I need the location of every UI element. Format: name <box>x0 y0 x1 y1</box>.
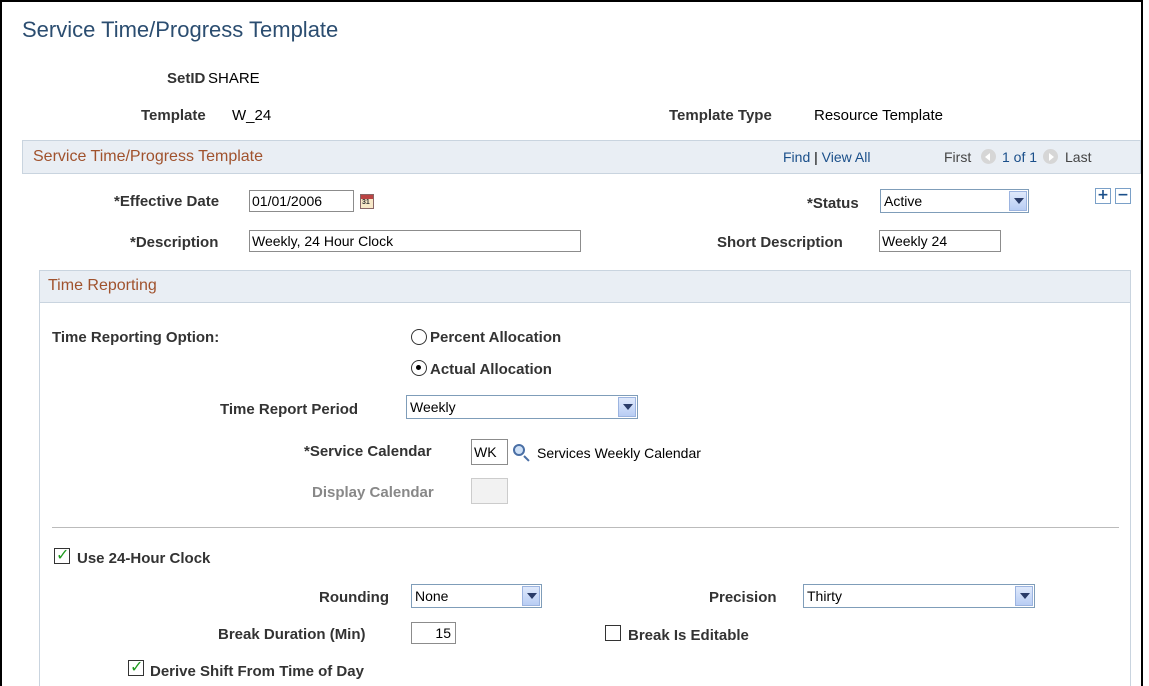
next-icon[interactable] <box>1043 149 1058 164</box>
previous-icon[interactable] <box>981 149 996 164</box>
precision-value: Thirty <box>807 588 842 604</box>
use-24-hour-label[interactable]: Use 24-Hour Clock <box>77 550 210 567</box>
description-label: *Description <box>130 234 219 251</box>
first-link[interactable]: First <box>944 149 971 165</box>
dropdown-arrow-icon <box>618 397 636 417</box>
dropdown-arrow-icon <box>522 586 540 606</box>
template-label: Template <box>141 107 206 124</box>
display-calendar-label: Display Calendar <box>312 484 434 501</box>
time-reporting-body <box>39 302 1131 686</box>
time-report-period-value: Weekly <box>410 399 456 415</box>
nav-separator: | <box>814 149 818 165</box>
dropdown-arrow-icon <box>1009 191 1027 211</box>
rounding-select[interactable]: None <box>411 584 542 608</box>
status-select-value: Active <box>884 193 923 209</box>
divider <box>52 527 1119 528</box>
time-reporting-header: Time Reporting <box>39 270 1131 303</box>
derive-shift-label[interactable]: Derive Shift From Time of Day <box>150 663 364 680</box>
precision-label: Precision <box>709 589 777 606</box>
page-frame: Service Time/Progress Template SetID SHA… <box>0 0 1143 686</box>
section-header-bar: Service Time/Progress Template Find | Vi… <box>22 140 1141 174</box>
calendar-icon[interactable] <box>360 194 374 209</box>
view-all-link[interactable]: View All <box>822 149 871 165</box>
find-link[interactable]: Find <box>783 149 810 165</box>
rounding-value: None <box>415 588 449 604</box>
section-title: Service Time/Progress Template <box>33 148 264 165</box>
time-report-period-select[interactable]: Weekly <box>406 395 638 419</box>
display-calendar-input <box>471 478 508 504</box>
break-duration-label: Break Duration (Min) <box>218 626 366 643</box>
template-value: W_24 <box>232 107 272 124</box>
break-editable-checkbox[interactable] <box>605 625 621 641</box>
setid-label: SetID <box>167 70 206 87</box>
page-title: Service Time/Progress Template <box>22 17 339 42</box>
effective-date-input[interactable]: 01/01/2006 <box>249 190 354 212</box>
setid-value: SHARE <box>208 70 260 87</box>
row-range: 1 of 1 <box>1002 149 1038 165</box>
percent-allocation-radio[interactable] <box>411 329 427 345</box>
short-description-label: Short Description <box>717 234 843 251</box>
actual-allocation-radio[interactable] <box>411 360 427 376</box>
derive-shift-checkbox[interactable] <box>128 657 144 676</box>
status-label: *Status <box>807 195 859 212</box>
dropdown-arrow-icon <box>1015 586 1033 606</box>
status-select[interactable]: Active <box>880 189 1029 213</box>
time-reporting-option-label: Time Reporting Option: <box>52 329 220 346</box>
precision-select[interactable]: Thirty <box>803 584 1035 608</box>
delete-row-icon[interactable]: − <box>1115 188 1131 204</box>
section-nav: Find | View All <box>783 149 870 165</box>
actual-allocation-label[interactable]: Actual Allocation <box>430 361 552 378</box>
template-type-label: Template Type <box>669 107 772 124</box>
short-description-input[interactable]: Weekly 24 <box>879 230 1001 252</box>
template-type-value: Resource Template <box>814 107 943 124</box>
time-report-period-label: Time Report Period <box>220 401 359 418</box>
effective-date-label: *Effective Date <box>114 193 220 210</box>
use-24-hour-checkbox[interactable] <box>54 545 70 564</box>
break-duration-input[interactable]: 15 <box>411 622 456 644</box>
service-calendar-input[interactable]: WK <box>471 439 508 465</box>
service-calendar-description: Services Weekly Calendar <box>537 445 701 461</box>
service-calendar-label: *Service Calendar <box>304 443 432 460</box>
lookup-icon[interactable] <box>513 444 525 456</box>
time-reporting-title: Time Reporting <box>48 277 157 294</box>
percent-allocation-label[interactable]: Percent Allocation <box>430 329 561 346</box>
break-editable-label[interactable]: Break Is Editable <box>628 627 749 644</box>
add-row-icon[interactable]: + <box>1095 188 1111 204</box>
description-input[interactable]: Weekly, 24 Hour Clock <box>249 230 581 252</box>
last-link[interactable]: Last <box>1065 149 1091 165</box>
rounding-label: Rounding <box>319 589 389 606</box>
